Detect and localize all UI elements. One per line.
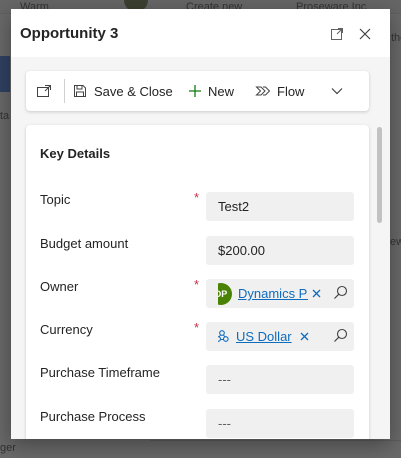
currency-lookup[interactable]: US Dollar [206, 322, 354, 351]
currency-row: Currency * US Dollar [26, 320, 369, 352]
flow-button[interactable]: Flow [255, 71, 304, 111]
budget-field[interactable]: $200.00 [206, 236, 354, 265]
close-icon [300, 332, 309, 341]
save-close-label: Save & Close [94, 83, 173, 99]
currency-link[interactable]: US Dollar [236, 329, 292, 344]
purchase-process-row: Purchase Process --- [26, 409, 369, 439]
owner-avatar: DP [218, 282, 232, 305]
owner-row: Owner * DP Dynamics Pc [26, 277, 369, 309]
remove-currency-button[interactable] [300, 332, 309, 341]
expand-icon [331, 28, 343, 40]
new-label: New [208, 83, 235, 99]
purchase-process-select[interactable]: --- [206, 409, 354, 438]
search-icon [334, 328, 348, 342]
save-close-button[interactable]: Save & Close [72, 71, 173, 111]
owner-tag: DP Dynamics Pc [218, 279, 321, 308]
owner-link[interactable]: Dynamics Pc [238, 286, 308, 301]
close-icon [359, 28, 371, 40]
dialog-title: Opportunity 3 [20, 25, 119, 42]
plus-icon [188, 84, 202, 98]
chevron-down-icon [331, 88, 343, 95]
popout-button[interactable] [32, 71, 56, 111]
dialog-header: Opportunity 3 [11, 9, 390, 57]
owner-lookup[interactable]: DP Dynamics Pc [206, 279, 354, 308]
search-icon [334, 285, 348, 299]
close-button[interactable] [354, 23, 376, 45]
save-icon [72, 83, 88, 99]
close-icon [312, 289, 321, 298]
topic-label: Topic [40, 192, 71, 207]
section-title: Key Details [40, 146, 111, 161]
form-scrollbar[interactable] [377, 127, 382, 223]
flow-icon [255, 84, 271, 98]
budget-label: Budget amount [40, 236, 129, 251]
flow-menu-toggle[interactable] [328, 71, 346, 111]
command-bar: Save & Close New Flow [26, 71, 369, 111]
opportunity-dialog: Opportunity 3 Save & Close New Flow Key … [11, 9, 390, 439]
remove-owner-button[interactable] [312, 289, 321, 298]
budget-row: Budget amount $200.00 [26, 236, 369, 266]
currency-icon [218, 329, 230, 345]
topic-field[interactable]: Test2 [206, 192, 354, 221]
new-button[interactable]: New [188, 71, 234, 111]
currency-search-button[interactable] [333, 328, 348, 343]
owner-label: Owner [40, 279, 79, 294]
command-separator [64, 79, 65, 103]
purchase-timeframe-label: Purchase Timeframe [40, 365, 160, 380]
required-marker: * [194, 190, 200, 205]
required-marker: * [194, 277, 200, 292]
currency-tag: US Dollar [218, 322, 309, 351]
popout-icon [36, 84, 52, 98]
currency-label: Currency [40, 322, 93, 337]
required-marker: * [194, 320, 200, 335]
flow-label: Flow [277, 83, 305, 99]
topic-row: Topic * Test2 [26, 190, 369, 222]
purchase-process-label: Purchase Process [40, 409, 146, 424]
expand-button[interactable] [326, 23, 348, 45]
purchase-timeframe-row: Purchase Timeframe --- [26, 365, 369, 395]
key-details-section: Key Details Topic * Test2 Budget amount … [26, 125, 369, 439]
purchase-timeframe-select[interactable]: --- [206, 365, 354, 394]
owner-search-button[interactable] [333, 285, 348, 300]
